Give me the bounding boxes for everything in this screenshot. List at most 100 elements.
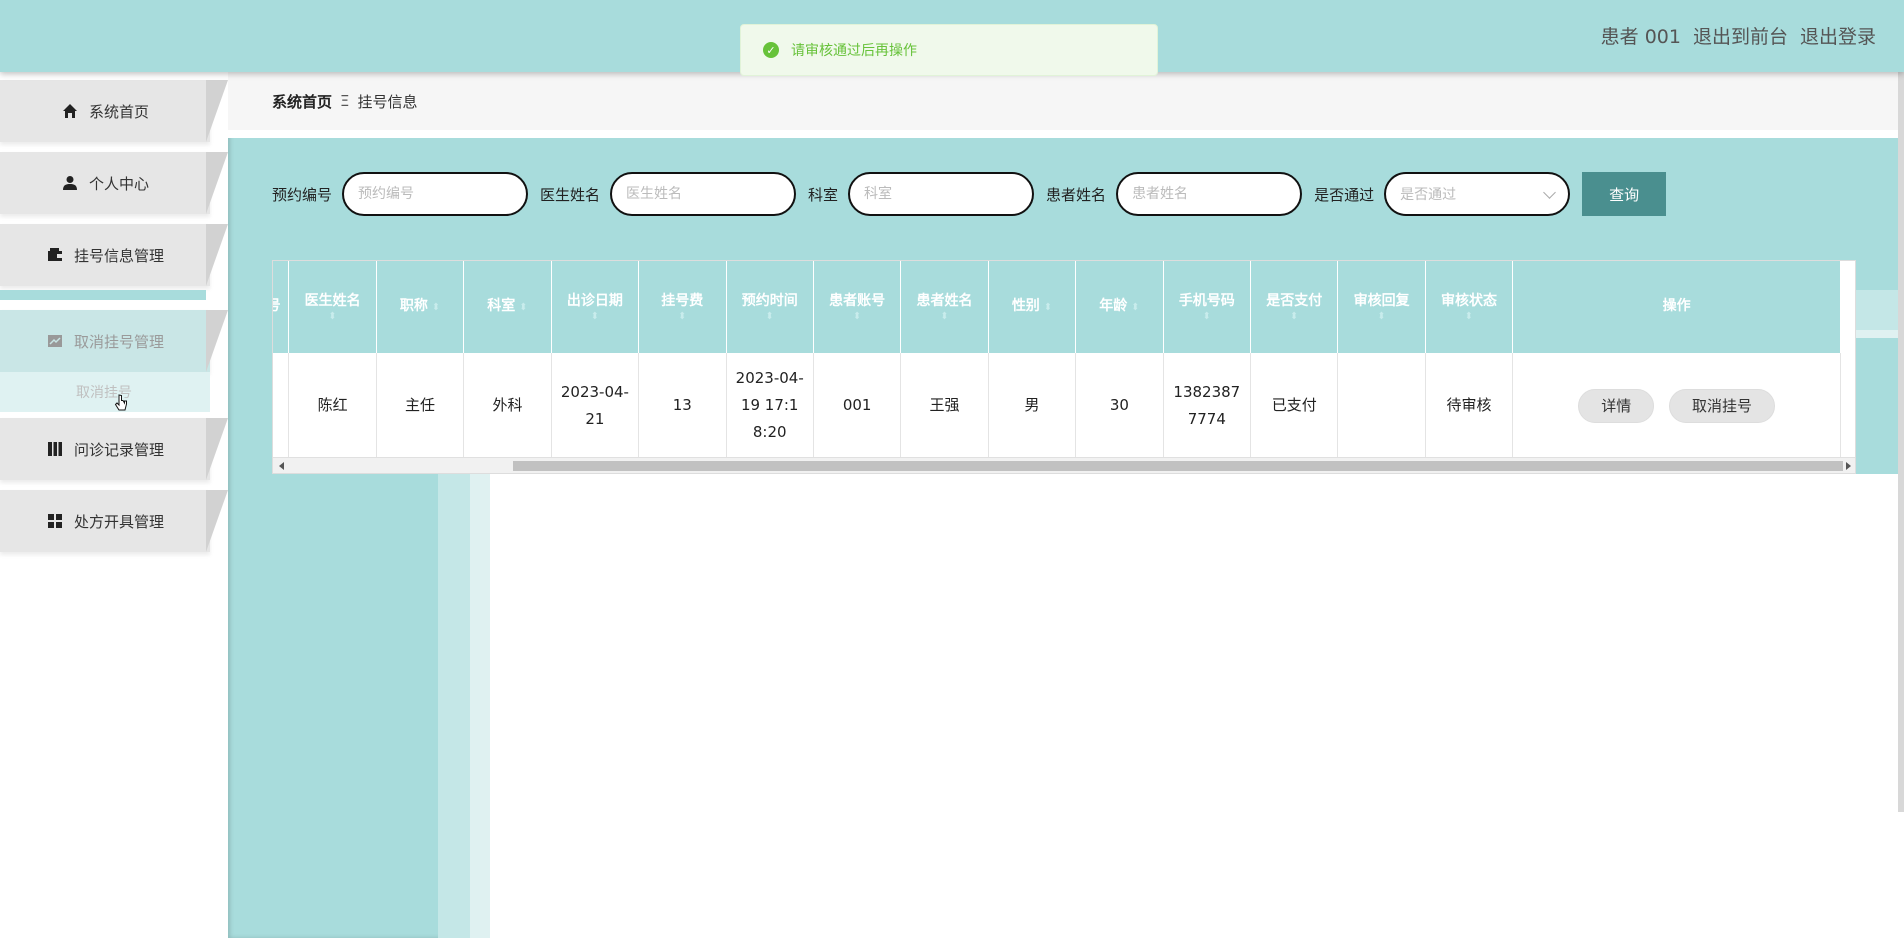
decor-block <box>1856 330 1904 338</box>
patient-name-input[interactable] <box>1116 172 1303 216</box>
col-header-title[interactable]: 职称 ⬍ <box>376 261 465 353</box>
logout-link[interactable]: 退出登录 <box>1800 22 1876 49</box>
cell-doctor-name: 陈红 <box>288 353 377 460</box>
sidebar-item-prescription[interactable]: 处方开具管理 <box>0 490 228 552</box>
col-header-fee[interactable]: 挂号费 ⬍ <box>638 261 727 353</box>
sort-icon: ⬍ <box>1043 302 1053 314</box>
cell-appointment-no <box>273 353 290 460</box>
table-row: 陈红 主任 外科 2023-04-21 13 2023-04-19 17:18:… <box>273 353 1841 460</box>
scrollbar-thumb[interactable] <box>513 461 1843 471</box>
grid-icon <box>46 512 64 530</box>
decor-strip <box>438 474 470 938</box>
col-header-appointment-no[interactable]: 号 <box>273 261 290 353</box>
breadcrumb-home[interactable]: 系统首页 <box>272 91 332 112</box>
horizontal-scrollbar[interactable] <box>273 457 1855 473</box>
scroll-right-icon[interactable] <box>1846 462 1851 470</box>
col-header-phone[interactable]: 手机号码 ⬍ <box>1163 261 1252 353</box>
success-check-icon: ✓ <box>763 42 779 58</box>
approved-label: 是否通过 <box>1314 185 1375 204</box>
sidebar-item-label: 个人中心 <box>88 174 149 193</box>
table-header-row: 号 医生姓名⬍ 职称⬍ 科室⬍ 出诊日期⬍ 挂号费⬍ 预约时间⬍ 患者账号⬍ 患… <box>273 261 1841 353</box>
toast-text: 请审核通过后再操作 <box>791 43 917 59</box>
sort-icon: ⬍ <box>940 310 949 322</box>
sidebar-item-label: 处方开具管理 <box>73 512 164 531</box>
person-icon <box>61 174 79 192</box>
sort-icon: ⬍ <box>1377 310 1386 322</box>
chart-icon <box>46 332 64 350</box>
col-header-review-reply[interactable]: 审核回复 ⬍ <box>1337 261 1426 353</box>
data-table: 号 医生姓名⬍ 职称⬍ 科室⬍ 出诊日期⬍ 挂号费⬍ 预约时间⬍ 患者账号⬍ 患… <box>273 261 1841 460</box>
page-vertical-scrollbar[interactable] <box>1898 72 1904 812</box>
cell-phone: 13823877774 <box>1163 353 1252 460</box>
main-content: 系统首页 Ξ 挂号信息 预约编号 医生姓名 科室 患者姓名 是否通过 是否通过 … <box>228 72 1904 938</box>
query-button[interactable]: 查询 <box>1582 172 1667 216</box>
col-header-actions: 操作 <box>1512 261 1841 353</box>
content-empty-area <box>490 474 1904 938</box>
department-label: 科室 <box>808 185 839 204</box>
doctor-name-label: 医生姓名 <box>540 185 601 204</box>
sidebar-item-personal-center[interactable]: 个人中心 <box>0 152 228 214</box>
exit-to-front-link[interactable]: 退出到前台 <box>1693 22 1788 49</box>
sort-icon: ⬍ <box>519 302 528 314</box>
cell-department: 外科 <box>463 353 552 460</box>
cell-fee: 13 <box>638 353 727 460</box>
cancel-registration-button[interactable]: 取消挂号 <box>1669 388 1776 423</box>
detail-button[interactable]: 详情 <box>1578 388 1655 423</box>
sidebar-item-cancel-registration[interactable]: 取消挂号管理 <box>0 310 228 372</box>
col-header-patient-account[interactable]: 患者账号 ⬍ <box>813 261 902 353</box>
cell-patient-account: 001 <box>813 353 902 460</box>
chevron-down-icon <box>1543 185 1556 199</box>
approved-select-placeholder: 是否通过 <box>1400 187 1457 203</box>
cell-title: 主任 <box>376 353 465 460</box>
breadcrumb-current: 挂号信息 <box>357 92 418 111</box>
header-user-area: 患者 001 退出到前台 退出登录 <box>1601 22 1876 49</box>
cell-visit-date: 2023-04-21 <box>551 353 640 460</box>
sort-icon: ⬍ <box>1464 310 1474 322</box>
appointment-no-label: 预约编号 <box>272 185 333 204</box>
col-header-patient-name[interactable]: 患者姓名 ⬍ <box>900 261 989 353</box>
sidebar-item-label: 系统首页 <box>88 102 149 121</box>
sort-icon: ⬍ <box>328 310 337 322</box>
department-input[interactable] <box>848 172 1035 216</box>
username: 患者 001 <box>1600 26 1681 48</box>
toast-message: ✓ 请审核通过后再操作 <box>740 24 1158 76</box>
appointment-no-input[interactable] <box>342 172 529 216</box>
book-icon <box>46 440 64 458</box>
patient-name-label: 患者姓名 <box>1046 185 1107 204</box>
col-header-department[interactable]: 科室 ⬍ <box>463 261 552 353</box>
registration-table: 号 医生姓名⬍ 职称⬍ 科室⬍ 出诊日期⬍ 挂号费⬍ 预约时间⬍ 患者账号⬍ 患… <box>272 260 1856 474</box>
col-header-doctor-name[interactable]: 医生姓名 ⬍ <box>288 261 377 353</box>
sidebar-subitem-cancel[interactable]: 取消挂号 <box>0 372 210 412</box>
sort-icon: ⬍ <box>1131 302 1140 314</box>
sort-icon: ⬍ <box>1202 310 1212 322</box>
cell-gender: 男 <box>988 353 1077 460</box>
col-header-gender[interactable]: 性别 ⬍ <box>988 261 1077 353</box>
cell-review-reply <box>1337 353 1426 460</box>
col-header-visit-date[interactable]: 出诊日期 ⬍ <box>551 261 640 353</box>
breadcrumb: 系统首页 Ξ 挂号信息 <box>228 72 1904 138</box>
wallet-icon <box>46 246 64 264</box>
sort-icon: ⬍ <box>431 302 441 314</box>
scroll-left-icon[interactable] <box>279 462 284 470</box>
sort-icon: ⬍ <box>852 310 862 322</box>
approved-select[interactable]: 是否通过 <box>1384 172 1571 216</box>
sidebar-item-registration[interactable]: 挂号信息管理 <box>0 224 228 286</box>
cell-age: 30 <box>1075 353 1164 460</box>
page: 患者 001 退出到前台 退出登录 ✓ 请审核通过后再操作 系统首页 个人中心 … <box>0 0 1904 938</box>
col-header-age[interactable]: 年龄 ⬍ <box>1075 261 1164 353</box>
home-icon <box>61 102 79 120</box>
col-header-paid[interactable]: 是否支付 ⬍ <box>1250 261 1339 353</box>
sidebar-item-label: 取消挂号管理 <box>73 332 164 351</box>
doctor-name-input[interactable] <box>610 172 797 216</box>
col-header-review-status[interactable]: 审核状态 ⬍ <box>1425 261 1514 353</box>
menu-divider-strip <box>0 290 206 300</box>
col-header-appointment-time[interactable]: 预约时间 ⬍ <box>726 261 814 353</box>
sidebar-item-home[interactable]: 系统首页 <box>0 80 228 142</box>
sidebar-item-consultation[interactable]: 问诊记录管理 <box>0 418 228 480</box>
sort-icon: ⬍ <box>590 310 600 322</box>
cell-review-status: 待审核 <box>1425 353 1514 460</box>
sort-icon: ⬍ <box>765 310 774 322</box>
sort-icon: ⬍ <box>1290 310 1299 322</box>
cell-actions: 详情 取消挂号 <box>1512 353 1841 460</box>
search-form: 预约编号 医生姓名 科室 患者姓名 是否通过 是否通过 查询 <box>272 172 1667 216</box>
